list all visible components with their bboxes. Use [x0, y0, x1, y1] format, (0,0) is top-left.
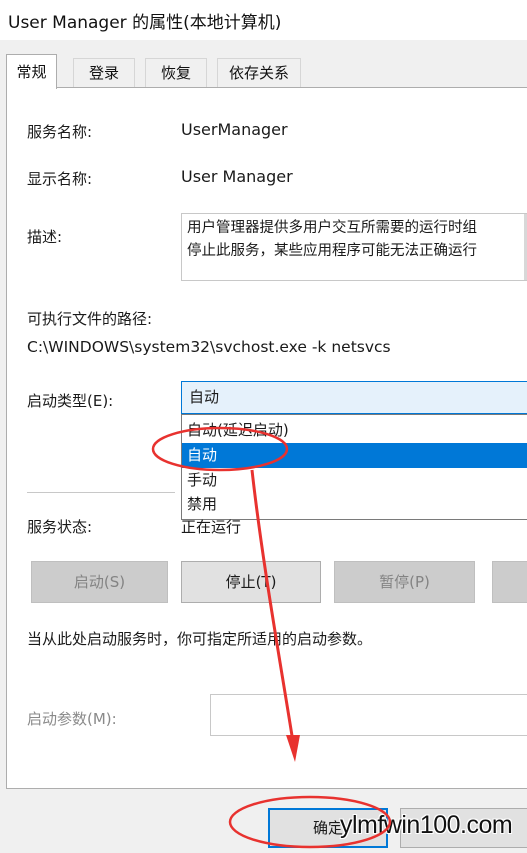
startup-option-automatic[interactable]: 自动	[182, 443, 527, 468]
startup-option-disabled[interactable]: 禁用	[182, 492, 527, 517]
dialog-footer: 确定 ylmfwin100.com	[0, 789, 527, 853]
watermark-text: ylmfwin100.com	[340, 811, 513, 839]
start-params-hint: 当从此处启动服务时，你可指定所适用的启动参数。	[27, 630, 373, 648]
startup-type-select[interactable]: 自动	[181, 381, 527, 414]
description-line-1: 用户管理器提供多用户交互所需要的运行时组	[187, 220, 477, 236]
start-params-input[interactable]	[210, 694, 527, 736]
startup-type-dropdown: 自动(延迟启动) 自动 手动 禁用	[181, 414, 527, 520]
tab-general[interactable]: 常规	[6, 54, 57, 89]
display-name-label: 显示名称:	[27, 170, 93, 188]
ok-button-label: 确定	[312, 819, 343, 837]
service-status-value: 正在运行	[181, 518, 242, 536]
stop-button[interactable]: 停止(T)	[181, 561, 321, 603]
startup-type-label: 启动类型(E):	[27, 392, 114, 410]
separator	[27, 492, 175, 493]
title-bar: User Manager 的属性(本地计算机)	[0, 0, 527, 40]
description-label: 描述:	[27, 228, 63, 246]
description-box[interactable]: 用户管理器提供多用户交互所需要的运行时组 停止此服务，某些应用程序可能无法正确运…	[181, 213, 527, 281]
display-name-value: User Manager	[181, 167, 293, 186]
service-status-label: 服务状态:	[27, 518, 93, 536]
tab-logon[interactable]: 登录	[73, 58, 135, 88]
startup-option-manual[interactable]: 手动	[182, 468, 527, 493]
service-name-label: 服务名称:	[27, 123, 93, 141]
start-button[interactable]: 启动(S)	[31, 561, 168, 603]
general-panel: 服务名称: UserManager 显示名称: User Manager 描述:…	[6, 87, 527, 789]
exe-path-label: 可执行文件的路径:	[27, 310, 153, 328]
startup-option-delayed[interactable]: 自动(延迟启动)	[182, 418, 527, 443]
resume-button[interactable]	[492, 561, 527, 603]
service-name-value: UserManager	[181, 120, 288, 139]
start-params-label: 启动参数(M):	[27, 710, 117, 728]
window-title: User Manager 的属性(本地计算机)	[8, 13, 282, 33]
exe-path-value: C:\WINDOWS\system32\svchost.exe -k netsv…	[27, 338, 391, 356]
pause-button[interactable]: 暂停(P)	[334, 561, 475, 603]
description-line-2: 停止此服务，某些应用程序可能无法正确运行	[187, 243, 477, 259]
tab-dependencies[interactable]: 依存关系	[217, 58, 301, 88]
tab-recovery[interactable]: 恢复	[145, 58, 207, 88]
